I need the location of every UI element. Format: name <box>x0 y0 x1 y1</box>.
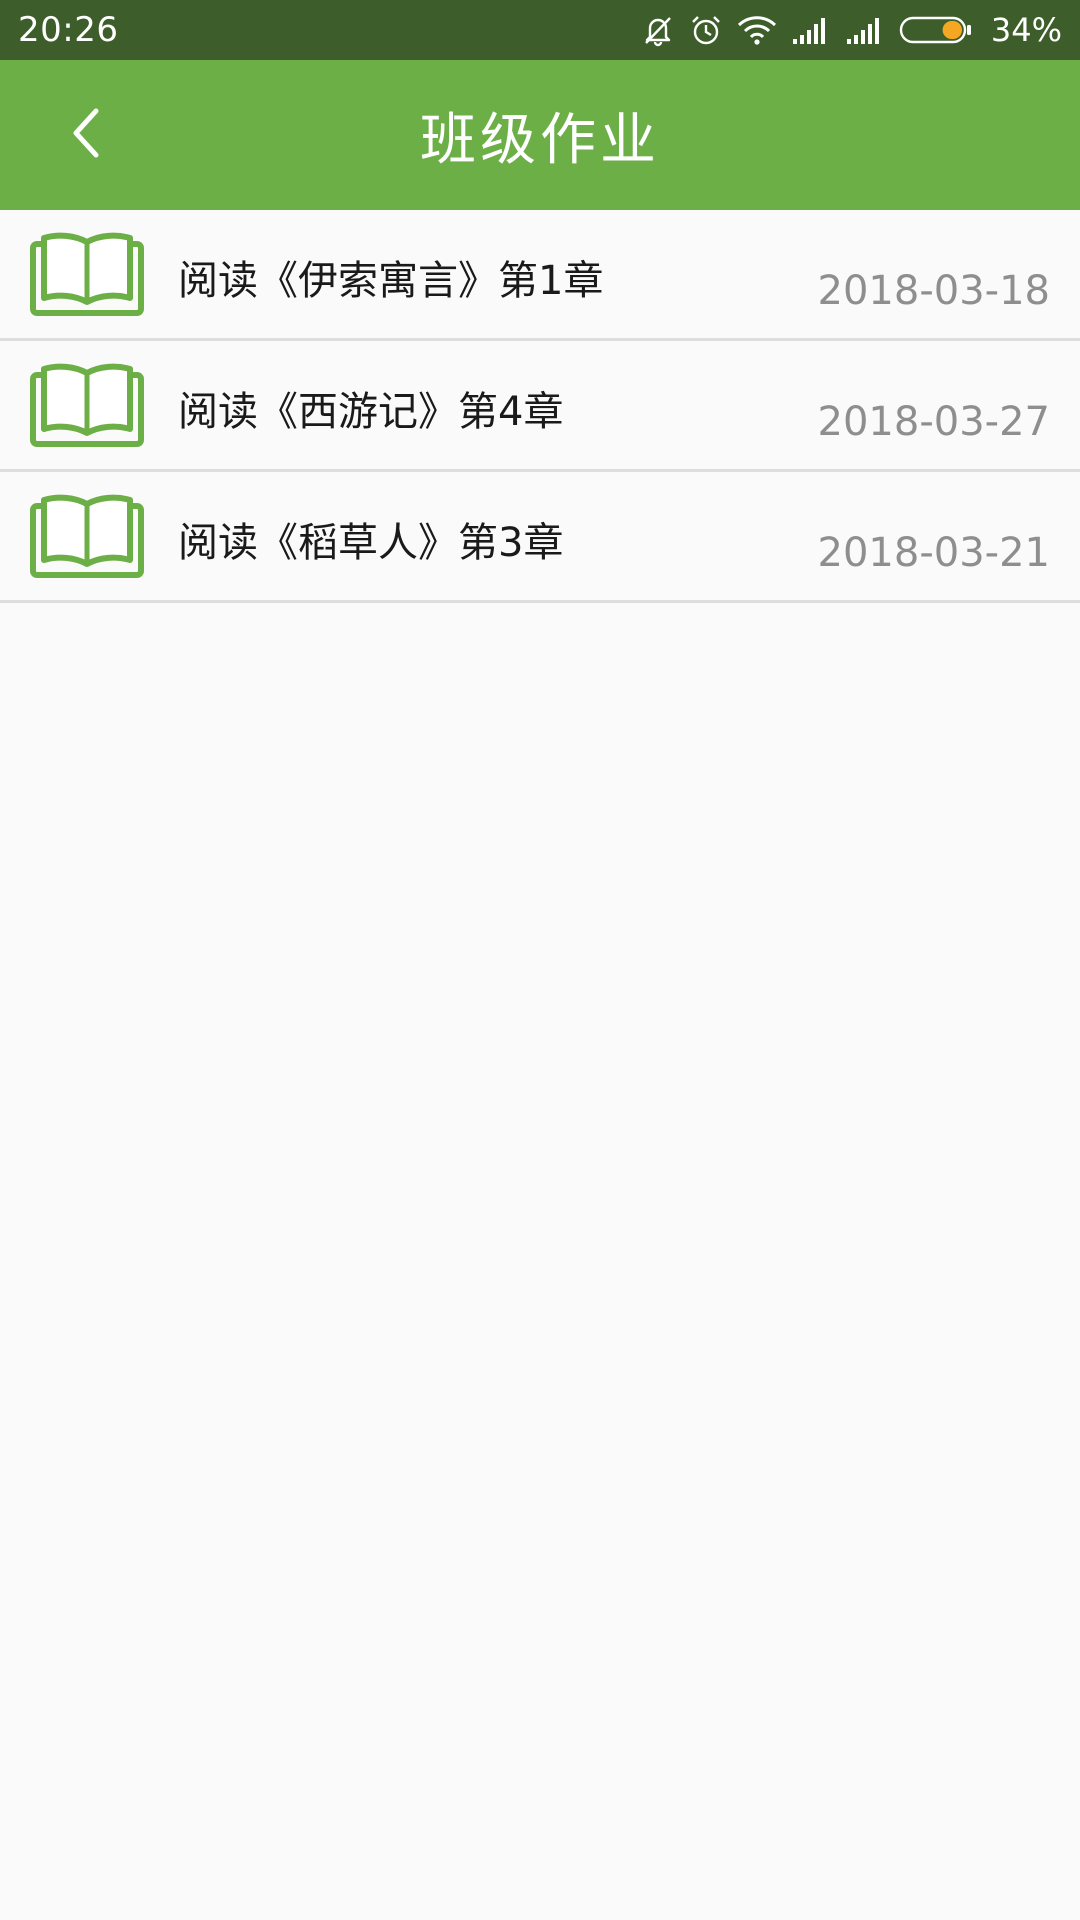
mute-bell-icon <box>641 13 675 47</box>
chevron-left-icon <box>66 105 106 165</box>
homework-list: 阅读《伊索寓言》第1章 2018-03-18 阅读《西游记》第4章 2018-0… <box>0 210 1080 603</box>
homework-item[interactable]: 阅读《伊索寓言》第1章 2018-03-18 <box>0 210 1080 341</box>
homework-item[interactable]: 阅读《稻草人》第3章 2018-03-21 <box>0 472 1080 603</box>
homework-date: 2018-03-27 <box>817 399 1050 445</box>
app-header: 班级作业 <box>0 60 1080 210</box>
page-title: 班级作业 <box>420 107 660 173</box>
open-book-icon <box>30 232 144 316</box>
back-button[interactable] <box>48 97 124 173</box>
wifi-icon <box>737 14 777 46</box>
open-book-icon <box>30 363 144 447</box>
open-book-icon <box>30 494 144 578</box>
battery-percent: 34% <box>990 11 1062 49</box>
signal-icon <box>845 15 885 45</box>
alarm-icon <box>689 13 723 47</box>
homework-date: 2018-03-21 <box>817 530 1050 576</box>
status-bar: 20:26 34% <box>0 0 1080 60</box>
homework-title: 阅读《伊索寓言》第1章 <box>178 258 604 304</box>
battery-icon <box>899 14 973 46</box>
homework-item[interactable]: 阅读《西游记》第4章 2018-03-27 <box>0 341 1080 472</box>
homework-title: 阅读《稻草人》第3章 <box>178 520 564 566</box>
status-icons: 34% <box>641 11 1062 49</box>
signal-icon <box>791 15 831 45</box>
homework-date: 2018-03-18 <box>817 268 1050 314</box>
homework-title: 阅读《西游记》第4章 <box>178 389 564 435</box>
status-time: 20:26 <box>18 10 119 50</box>
